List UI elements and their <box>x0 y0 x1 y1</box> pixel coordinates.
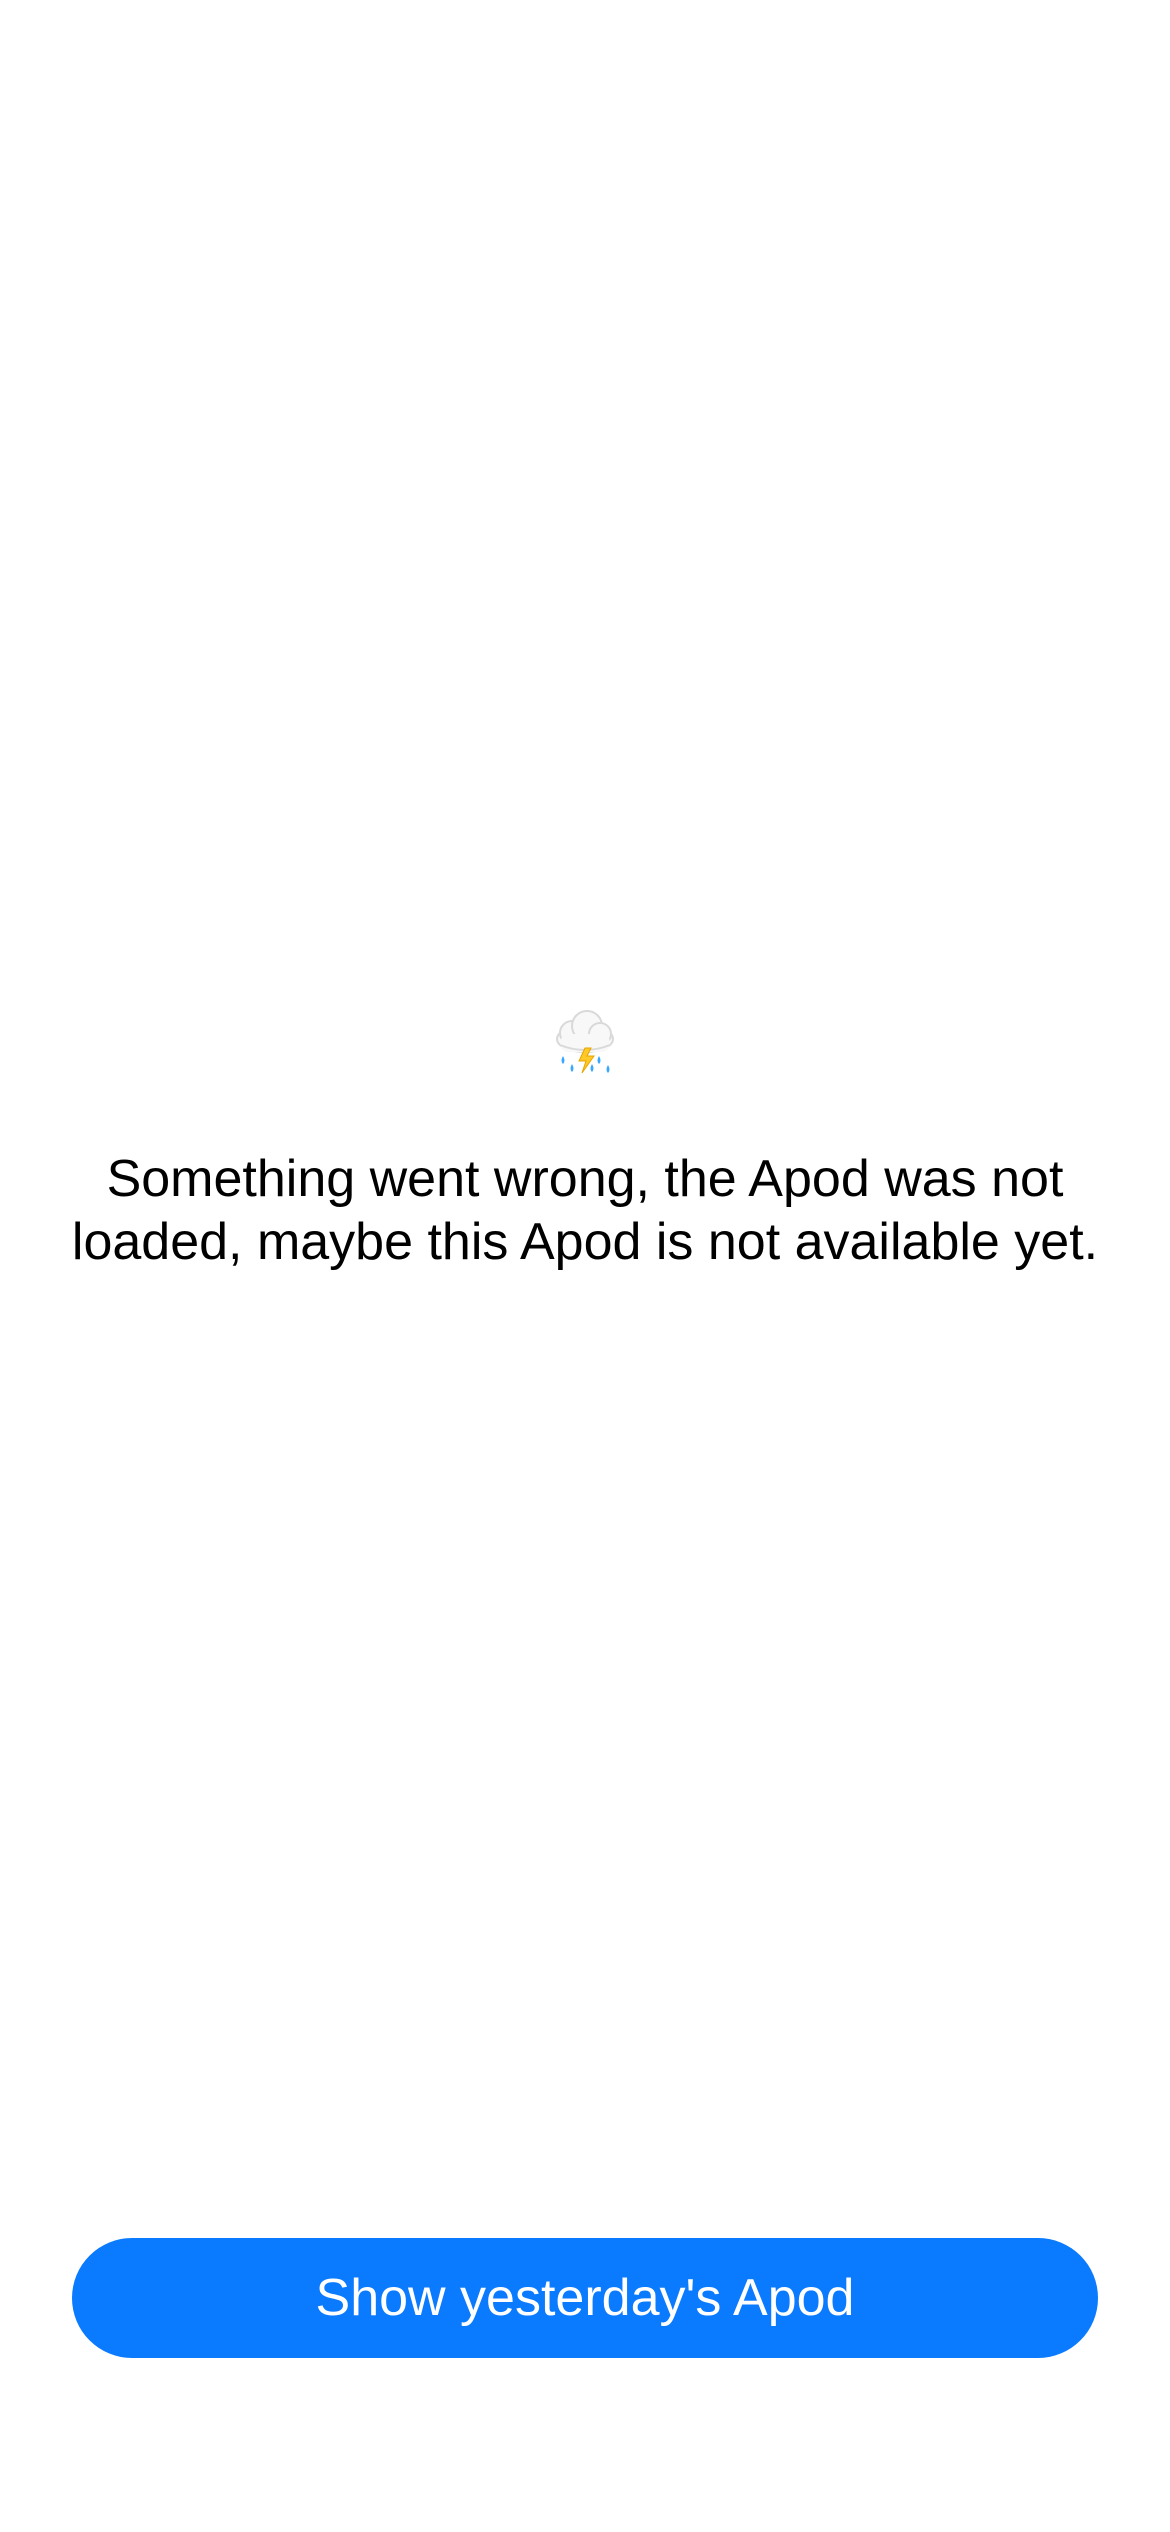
error-message: Something went wrong, the Apod was not l… <box>71 1150 1099 1271</box>
error-screen: Something went wrong, the Apod was not l… <box>0 0 1170 2532</box>
show-yesterday-apod-button[interactable]: Show yesterday's Apod <box>72 2238 1098 2358</box>
cloud-with-lightning-and-rain-icon <box>556 1010 614 1074</box>
